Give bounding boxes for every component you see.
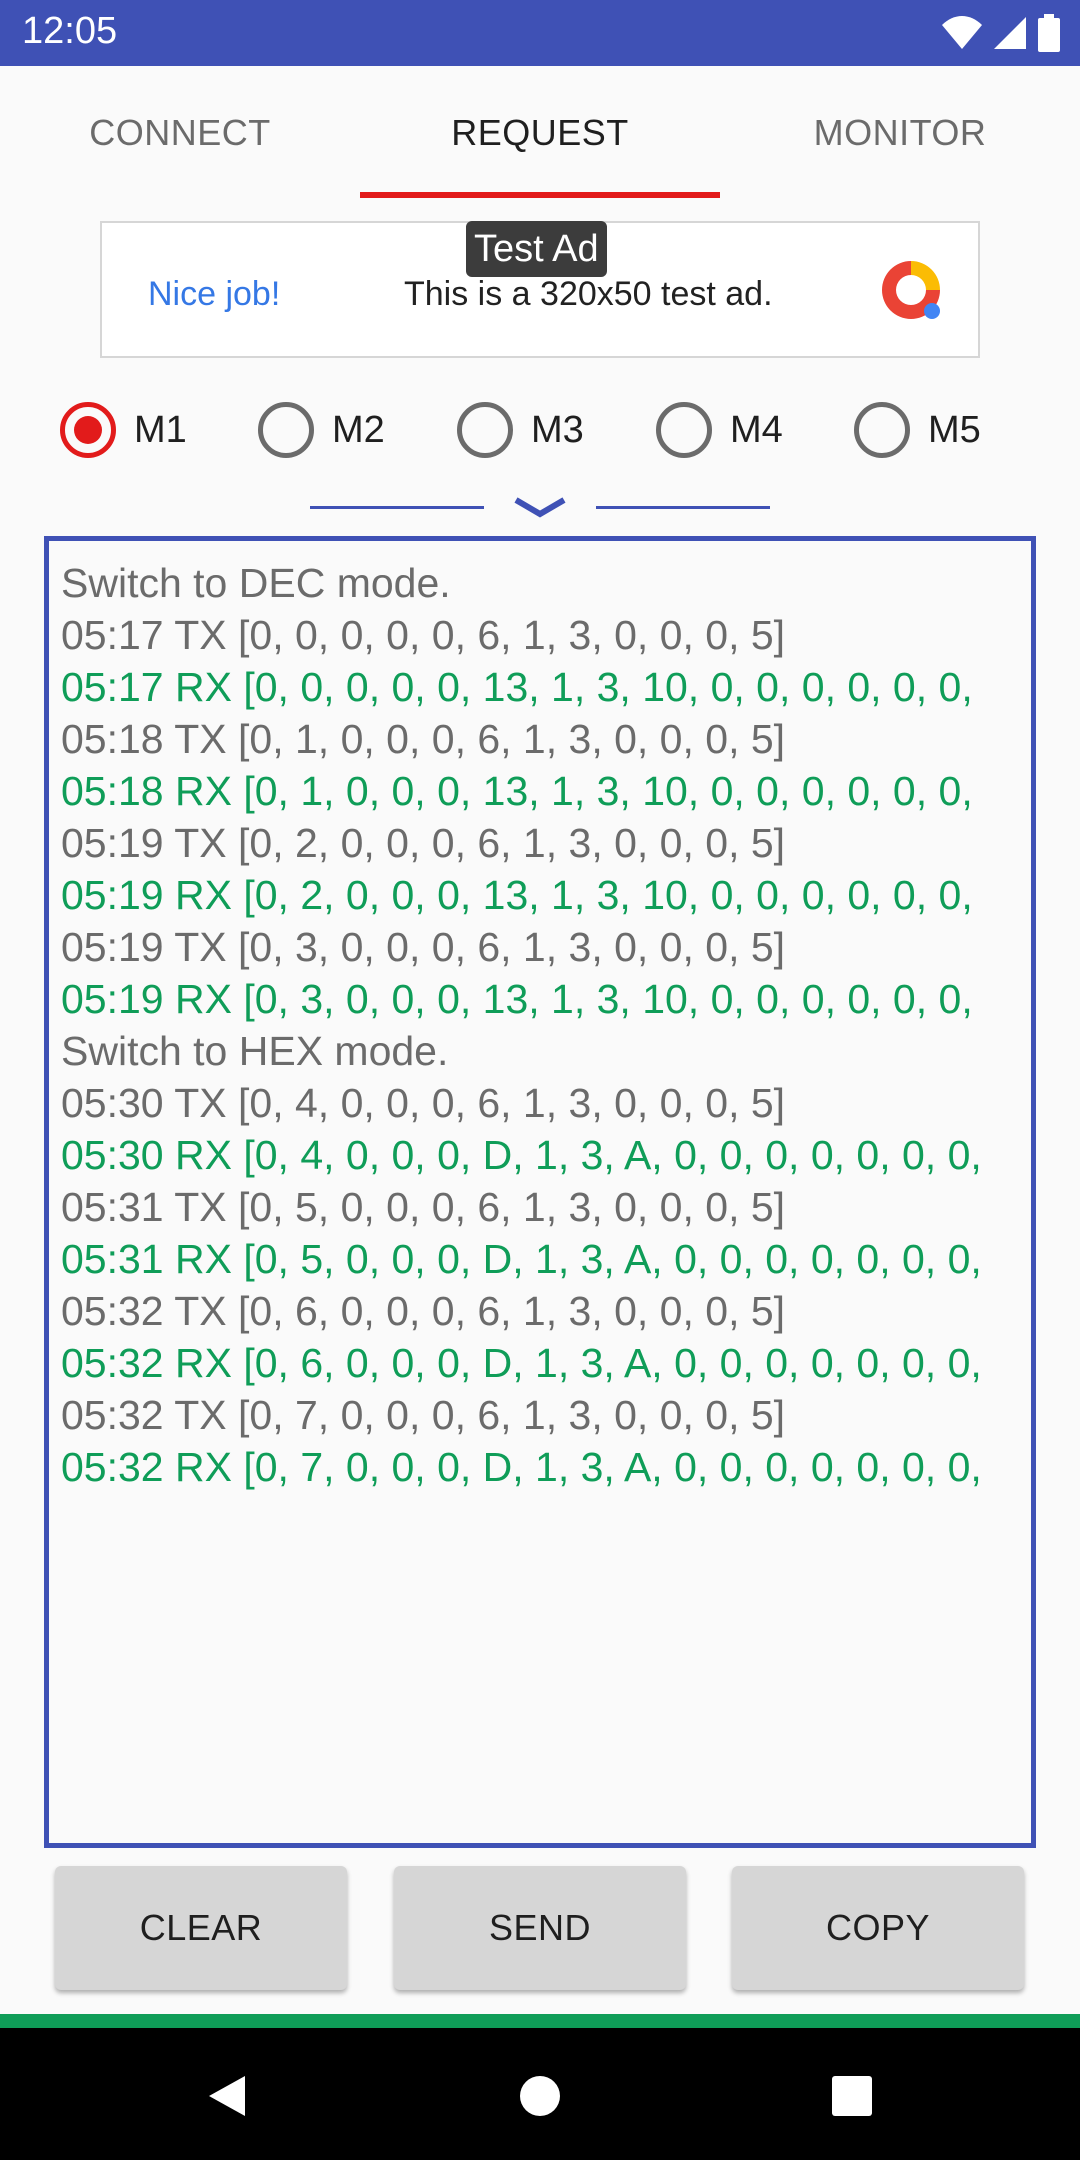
log-output[interactable]: Switch to DEC mode. 05:17 TX [0, 0, 0, 0,… xyxy=(44,536,1036,1848)
radio-circle xyxy=(457,402,513,458)
status-time: 12:05 xyxy=(22,10,118,52)
log-line: 05:30 RX [0, 4, 0, 0, 0, D, 1, 3, A, 0, … xyxy=(61,1132,982,1178)
log-lines: Switch to DEC mode. 05:17 TX [0, 0, 0, 0,… xyxy=(61,557,1031,1493)
navigation-bar xyxy=(0,2028,1080,2160)
ad-logo-icon xyxy=(882,261,940,319)
tab-indicator xyxy=(360,192,720,198)
radio-label: M1 xyxy=(134,408,187,451)
radio-circle xyxy=(854,402,910,458)
ad-badge: Test Ad xyxy=(466,221,607,277)
ad-nice-text: Nice job! xyxy=(148,275,281,313)
radio-m3[interactable]: M3 xyxy=(457,388,584,472)
recents-icon[interactable] xyxy=(830,2074,874,2118)
status-icons xyxy=(942,14,1060,52)
log-line: 05:19 TX [0, 3, 0, 0, 0, 6, 1, 3, 0, 0, … xyxy=(61,924,786,970)
clear-button[interactable]: CLEAR xyxy=(55,1866,347,1990)
radio-m4[interactable]: M4 xyxy=(656,388,783,472)
ad-message: This is a 320x50 test ad. xyxy=(404,275,773,313)
radio-circle xyxy=(656,402,712,458)
log-line: 05:32 TX [0, 6, 0, 0, 0, 6, 1, 3, 0, 0, … xyxy=(61,1288,786,1334)
radio-m2[interactable]: M2 xyxy=(258,388,385,472)
status-bar: 12:05 xyxy=(0,0,1080,66)
tab-monitor[interactable]: MONITOR xyxy=(720,66,1080,200)
log-line: 05:32 RX [0, 6, 0, 0, 0, D, 1, 3, A, 0, … xyxy=(61,1340,982,1386)
battery-icon xyxy=(1038,14,1060,52)
divider-right xyxy=(596,506,770,509)
chevron-down-icon[interactable] xyxy=(512,496,568,520)
log-line: 05:19 TX [0, 2, 0, 0, 0, 6, 1, 3, 0, 0, … xyxy=(61,820,786,866)
log-line: 05:30 TX [0, 4, 0, 0, 0, 6, 1, 3, 0, 0, … xyxy=(61,1080,786,1126)
log-line: 05:17 TX [0, 0, 0, 0, 0, 6, 1, 3, 0, 0, … xyxy=(61,612,786,658)
ad-banner[interactable]: Nice job! This is a 320x50 test ad. Test… xyxy=(100,221,980,358)
radio-label: M4 xyxy=(730,408,783,451)
log-line: 05:19 RX [0, 3, 0, 0, 0, 13, 1, 3, 10, 0… xyxy=(61,976,973,1022)
tab-request[interactable]: REQUEST xyxy=(360,66,720,200)
back-icon[interactable] xyxy=(205,2074,249,2118)
log-line: 05:32 TX [0, 7, 0, 0, 0, 6, 1, 3, 0, 0, … xyxy=(61,1392,786,1438)
tab-connect[interactable]: CONNECT xyxy=(0,66,360,200)
log-line: 05:17 RX [0, 0, 0, 0, 0, 13, 1, 3, 10, 0… xyxy=(61,664,973,710)
signal-icon xyxy=(994,17,1026,49)
divider-left xyxy=(310,506,484,509)
log-line: 05:19 RX [0, 2, 0, 0, 0, 13, 1, 3, 10, 0… xyxy=(61,872,973,918)
wifi-icon xyxy=(942,16,982,49)
radio-label: M2 xyxy=(332,408,385,451)
log-line: 05:32 RX [0, 7, 0, 0, 0, D, 1, 3, A, 0, … xyxy=(61,1444,982,1490)
log-line: 05:18 RX [0, 1, 0, 0, 0, 13, 1, 3, 10, 0… xyxy=(61,768,973,814)
copy-button[interactable]: COPY xyxy=(732,1866,1024,1990)
radio-m5[interactable]: M5 xyxy=(854,388,981,472)
log-line: 05:18 TX [0, 1, 0, 0, 0, 6, 1, 3, 0, 0, … xyxy=(61,716,786,762)
radio-m1[interactable]: M1 xyxy=(60,388,187,472)
send-button[interactable]: SEND xyxy=(394,1866,686,1990)
radio-circle xyxy=(60,402,116,458)
log-line: Switch to HEX mode. xyxy=(61,1028,449,1074)
radio-label: M3 xyxy=(531,408,584,451)
log-line: Switch to DEC mode. xyxy=(61,560,451,606)
tab-bar: CONNECT REQUEST MONITOR xyxy=(0,66,1080,200)
mode-radio-group: M1 M2 M3 M4 M5 xyxy=(0,388,1080,472)
home-icon[interactable] xyxy=(518,2074,562,2118)
log-line: 05:31 RX [0, 5, 0, 0, 0, D, 1, 3, A, 0, … xyxy=(61,1236,982,1282)
radio-label: M5 xyxy=(928,408,981,451)
radio-circle xyxy=(258,402,314,458)
log-line: 05:31 TX [0, 5, 0, 0, 0, 6, 1, 3, 0, 0, … xyxy=(61,1184,786,1230)
bottom-accent-bar xyxy=(0,2014,1080,2028)
